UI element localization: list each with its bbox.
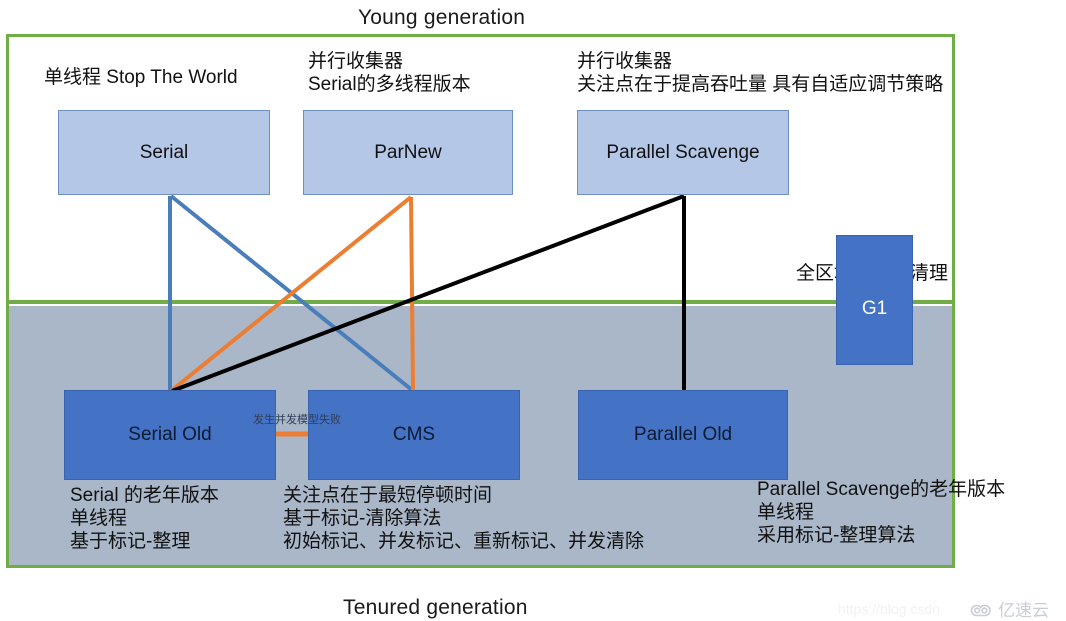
node-parallel-old-label: Parallel Old [633, 424, 733, 445]
node-parnew[interactable]: ParNew [303, 110, 513, 195]
watermark-brand-label: 亿速云 [998, 601, 1049, 620]
node-serial[interactable]: Serial [58, 110, 270, 195]
node-serial-old[interactable]: Serial Old [64, 390, 276, 480]
tenured-generation-title: Tenured generation [343, 596, 528, 619]
young-generation-title: Young generation [358, 6, 526, 29]
node-parallel-old[interactable]: Parallel Old [578, 390, 788, 480]
node-parallel-scavenge[interactable]: Parallel Scavenge [577, 110, 789, 195]
cloud-icon [970, 604, 991, 616]
node-serial-label: Serial [139, 141, 189, 163]
node-cms[interactable]: CMS [308, 390, 520, 480]
annotation-parnew: 并行收集器 Serial的多线程版本 [308, 51, 471, 96]
annotation-cms: 关注点在于最短停顿时间 基于标记-清除算法 初始标记、并发标记、重新标记、并发清… [283, 485, 645, 553]
edge-label-concurrent-mode-failure: 发生并发模型失败 [253, 414, 341, 426]
annotation-parallel-scavenge: 并行收集器 关注点在于提高吞吐量 具有自适应调节策略 [577, 51, 944, 96]
generation-divider [6, 300, 955, 304]
node-g1[interactable]: G1 [836, 235, 913, 365]
node-cms-label: CMS [392, 424, 436, 445]
annotation-parallel-old: Parallel Scavenge的老年版本 单线程 采用标记-整理算法 [757, 479, 1006, 547]
node-g1-label: G1 [861, 298, 888, 319]
diagram-canvas: Young generation 单线程 Stop The World Seri… [0, 0, 1066, 621]
watermark-brand: 亿速云 [968, 596, 1049, 621]
node-serial-old-label: Serial Old [128, 424, 212, 445]
annotation-serial-old: Serial 的老年版本 单线程 基于标记-整理 [70, 485, 219, 553]
node-parallel-scavenge-label: Parallel Scavenge [606, 141, 760, 163]
node-parnew-label: ParNew [374, 141, 442, 163]
annotation-serial: 单线程 Stop The World [44, 67, 238, 88]
watermark-url: https://blog.csdn [838, 601, 940, 617]
